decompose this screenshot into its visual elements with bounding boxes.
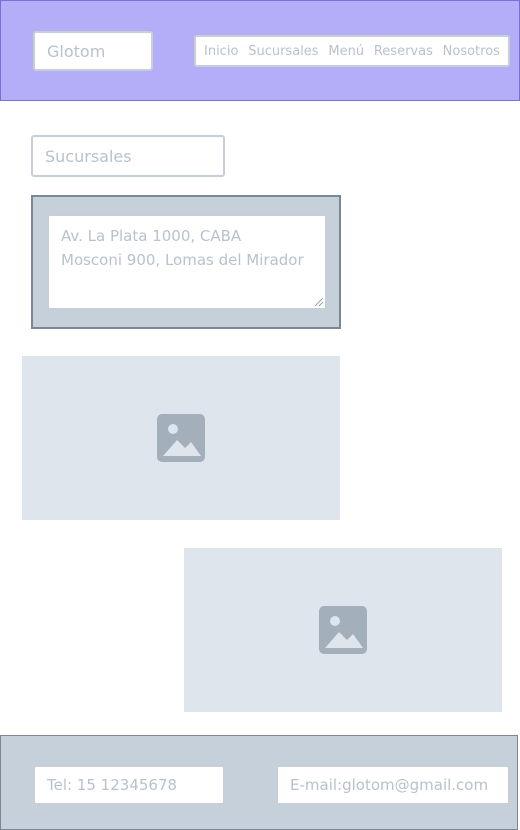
section-title: Sucursales (31, 135, 225, 177)
nav-item-reservas[interactable]: Reservas (374, 44, 433, 59)
nav-item-menu[interactable]: Menú (328, 44, 364, 59)
image-icon (157, 414, 205, 462)
address-line: Mosconi 900, Lomas del Mirador (61, 251, 304, 269)
nav-bar: Inicio Sucursales Menú Reservas Nosotros (194, 35, 510, 67)
image-icon (319, 606, 367, 654)
nav-item-nosotros[interactable]: Nosotros (443, 44, 500, 59)
phone-field[interactable]: Tel: 15 12345678 (33, 765, 225, 805)
nav-item-inicio[interactable]: Inicio (204, 44, 238, 59)
address-line: Av. La Plata 1000, CABA (61, 227, 242, 245)
resize-handle[interactable] (315, 298, 323, 306)
email-field[interactable]: E-mail:glotom@gmail.com (276, 765, 510, 805)
branches-panel: Av. La Plata 1000, CABA Mosconi 900, Lom… (31, 195, 341, 329)
header: Glotom Inicio Sucursales Menú Reservas N… (0, 0, 520, 101)
nav-item-sucursales[interactable]: Sucursales (248, 44, 318, 59)
branches-textarea[interactable]: Av. La Plata 1000, CABA Mosconi 900, Lom… (47, 214, 327, 310)
image-placeholder (184, 548, 502, 712)
brand-logo[interactable]: Glotom (33, 31, 153, 71)
image-placeholder (22, 356, 340, 520)
footer: Tel: 15 12345678 E-mail:glotom@gmail.com (0, 735, 518, 830)
